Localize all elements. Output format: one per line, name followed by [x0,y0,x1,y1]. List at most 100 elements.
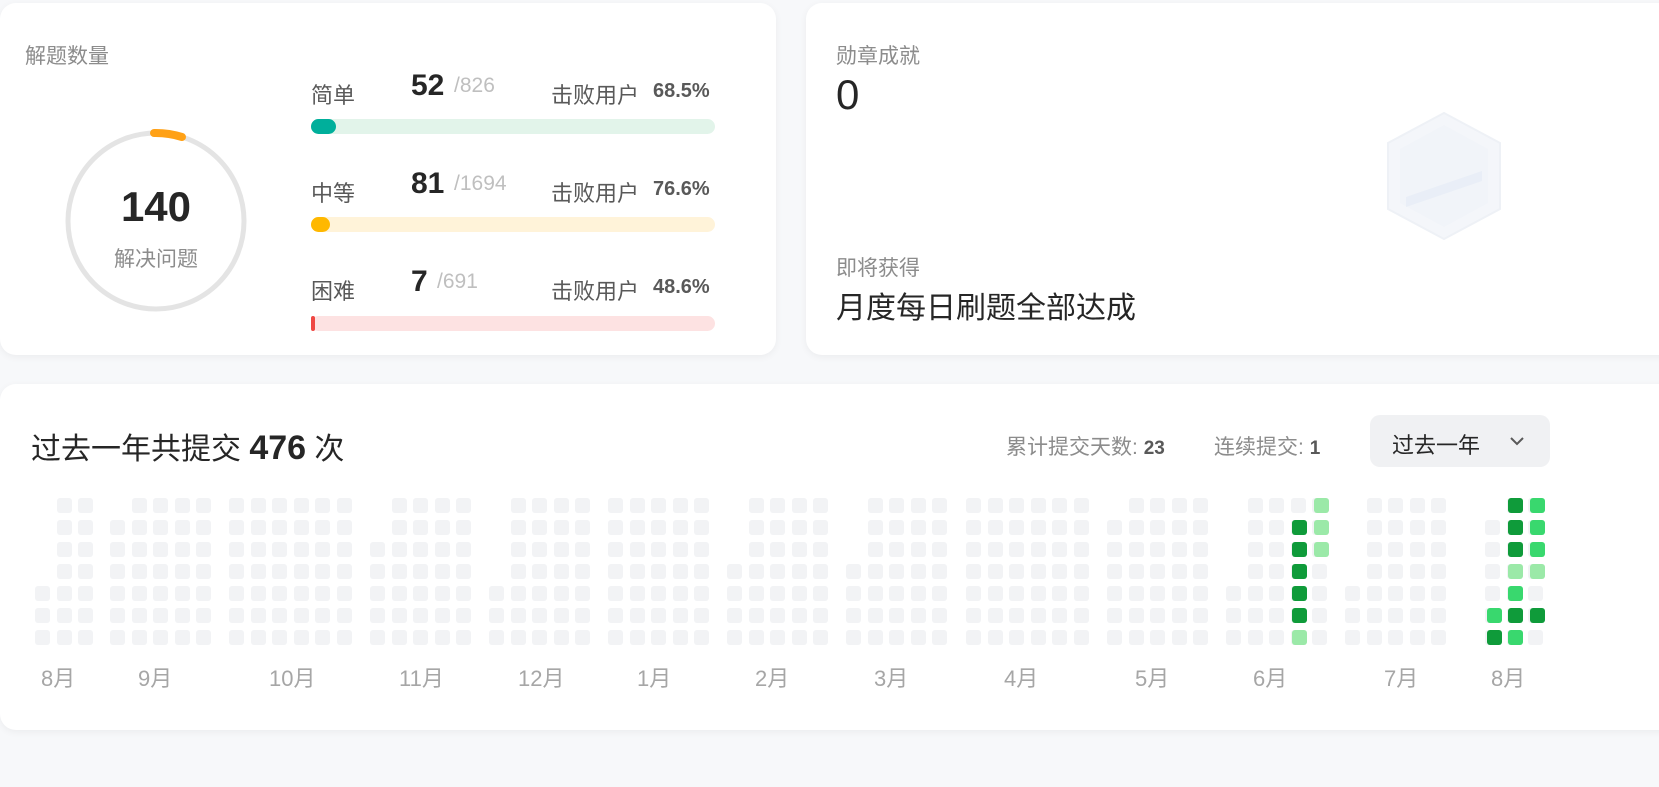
calendar-day-cell[interactable] [250,498,266,513]
calendar-day-cell[interactable] [56,608,72,623]
calendar-day-cell[interactable] [575,564,590,579]
calendar-day-cell[interactable] [434,542,450,557]
calendar-day-cell[interactable] [434,630,450,645]
calendar-day-cell[interactable] [1052,564,1067,579]
upcoming-badge-name[interactable]: 月度每日刷题全部达成 [836,283,1136,327]
calendar-day-cell-active[interactable] [1530,542,1545,557]
calendar-day-cell[interactable] [272,542,287,557]
calendar-day-cell[interactable] [1030,564,1046,579]
calendar-day-cell[interactable] [932,586,947,601]
calendar-day-cell[interactable] [196,520,211,535]
calendar-day-cell[interactable] [748,630,764,645]
calendar-day-cell[interactable] [78,520,93,535]
calendar-day-cell[interactable] [532,498,547,513]
calendar-day-cell[interactable] [813,542,828,557]
calendar-day-cell[interactable] [608,542,623,557]
calendar-day-cell[interactable] [413,630,428,645]
calendar-day-cell[interactable] [510,542,526,557]
calendar-day-cell[interactable] [1150,498,1165,513]
calendar-day-cell[interactable] [391,630,407,645]
calendar-day-cell[interactable] [153,608,168,623]
calendar-day-cell[interactable] [846,564,861,579]
calendar-day-cell[interactable] [1107,608,1122,623]
calendar-day-cell[interactable] [391,542,407,557]
calendar-day-cell[interactable] [910,586,926,601]
calendar-day-cell[interactable] [629,542,645,557]
calendar-day-cell[interactable] [1171,608,1187,623]
calendar-day-cell[interactable] [813,608,828,623]
calendar-day-cell[interactable] [629,608,645,623]
calendar-day-cell[interactable] [293,630,309,645]
calendar-day-cell[interactable] [553,608,569,623]
calendar-day-cell[interactable] [1128,520,1144,535]
calendar-day-cell[interactable] [153,630,168,645]
calendar-day-cell[interactable] [748,542,764,557]
calendar-day-cell[interactable] [391,498,407,513]
calendar-day-cell[interactable] [1366,498,1382,513]
calendar-day-cell[interactable] [1009,608,1024,623]
calendar-day-cell[interactable] [1269,520,1284,535]
calendar-day-cell-active[interactable] [1314,498,1329,513]
calendar-day-cell[interactable] [1171,542,1187,557]
calendar-day-cell-active[interactable] [1292,564,1307,579]
calendar-day-cell[interactable] [532,564,547,579]
calendar-day-cell[interactable] [846,608,861,623]
calendar-day-cell[interactable] [174,586,190,601]
calendar-day-cell[interactable] [727,564,742,579]
calendar-day-cell[interactable] [727,630,742,645]
calendar-day-cell[interactable] [1030,520,1046,535]
calendar-day-cell[interactable] [229,542,244,557]
calendar-day-cell[interactable] [391,564,407,579]
calendar-day-cell[interactable] [889,630,904,645]
calendar-day-cell[interactable] [694,498,709,513]
calendar-day-cell[interactable] [456,498,471,513]
calendar-day-cell[interactable] [1409,630,1425,645]
calendar-day-cell[interactable] [1107,630,1122,645]
calendar-day-cell[interactable] [336,498,352,513]
calendar-day-cell[interactable] [510,498,526,513]
calendar-day-cell[interactable] [910,630,926,645]
calendar-day-cell[interactable] [1431,564,1446,579]
calendar-day-cell[interactable] [770,564,785,579]
calendar-day-cell[interactable] [1431,542,1446,557]
calendar-day-cell[interactable] [1409,608,1425,623]
calendar-day-cell[interactable] [370,564,385,579]
calendar-day-cell[interactable] [867,564,883,579]
calendar-day-cell[interactable] [1128,608,1144,623]
calendar-day-cell[interactable] [532,520,547,535]
calendar-day-cell[interactable] [1431,608,1446,623]
calendar-day-cell[interactable] [1345,586,1360,601]
calendar-day-cell[interactable] [1388,520,1403,535]
calendar-day-cell[interactable] [629,586,645,601]
calendar-day-cell[interactable] [196,542,211,557]
calendar-day-cell-active[interactable] [1292,542,1307,557]
calendar-day-cell[interactable] [153,542,168,557]
calendar-day-cell[interactable] [1193,564,1208,579]
calendar-day-cell[interactable] [910,608,926,623]
calendar-day-cell[interactable] [78,498,93,513]
calendar-day-cell[interactable] [1150,630,1165,645]
calendar-day-cell[interactable] [1366,608,1382,623]
calendar-day-cell[interactable] [110,608,125,623]
calendar-day-cell[interactable] [694,542,709,557]
calendar-day-cell[interactable] [1052,520,1067,535]
calendar-day-cell[interactable] [813,520,828,535]
calendar-day-cell[interactable] [1388,630,1403,645]
calendar-day-cell-active[interactable] [1292,630,1307,645]
calendar-day-cell[interactable] [791,630,807,645]
calendar-day-cell[interactable] [434,586,450,601]
calendar-day-cell[interactable] [434,520,450,535]
calendar-day-cell[interactable] [456,586,471,601]
calendar-day-cell[interactable] [629,630,645,645]
calendar-day-cell[interactable] [1388,498,1403,513]
calendar-day-cell[interactable] [694,520,709,535]
calendar-day-cell[interactable] [813,630,828,645]
calendar-day-cell[interactable] [748,586,764,601]
calendar-day-cell[interactable] [131,498,147,513]
calendar-day-cell[interactable] [532,542,547,557]
calendar-day-cell[interactable] [131,564,147,579]
calendar-day-cell[interactable] [1171,586,1187,601]
calendar-day-cell[interactable] [608,520,623,535]
calendar-day-cell[interactable] [966,608,981,623]
calendar-day-cell[interactable] [336,520,352,535]
